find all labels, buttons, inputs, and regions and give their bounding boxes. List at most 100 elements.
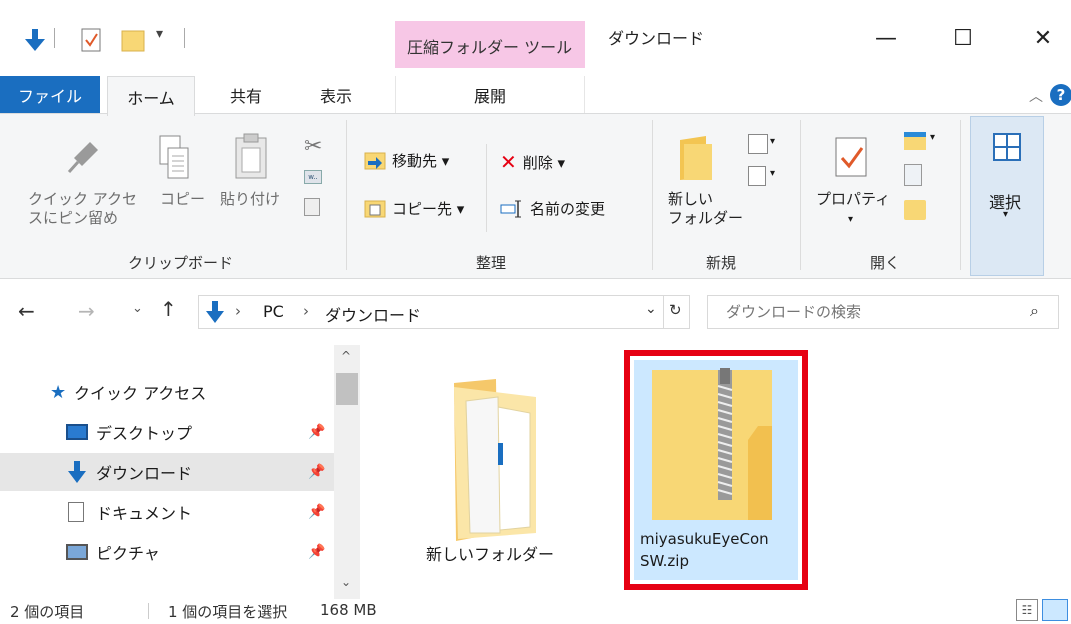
address-bar[interactable]: › PC › ダウンロード ⌄ ↻ — [198, 295, 690, 329]
rename-label: 名前の変更 — [530, 200, 606, 218]
copy-path-icon[interactable]: w.. — [304, 170, 322, 184]
download-arrow-icon[interactable] — [22, 27, 48, 53]
status-bar: 2 個の項目 1 個の項目を選択 168 MB ☷ — [0, 599, 1071, 624]
paste-button[interactable]: 貼り付け — [220, 190, 280, 209]
move-to-label: 移動先 ▾ — [392, 152, 450, 170]
tab-home[interactable]: ホーム — [107, 76, 195, 116]
select-grid-icon — [993, 133, 1021, 161]
zip-folder-icon — [652, 368, 772, 520]
details-view-icon[interactable]: ☷ — [1016, 599, 1038, 621]
pin-quick-access-button[interactable]: クイック アクセ スにピン留め — [28, 190, 137, 228]
status-divider — [148, 603, 149, 619]
delete-icon: ✕ — [500, 150, 517, 174]
easy-access-icon[interactable] — [748, 166, 766, 186]
refresh-icon[interactable]: ↻ — [669, 301, 682, 319]
nav-item-downloads[interactable]: ダウンロード 📌 — [0, 453, 334, 491]
forward-arrow-icon[interactable]: → — [78, 299, 95, 323]
tab-expand[interactable]: 展開 — [395, 76, 585, 114]
copy-to-button[interactable]: コピー先 ▾ — [364, 198, 464, 219]
new-item-icon[interactable] — [748, 134, 768, 154]
context-tab-label: 圧縮フォルダー ツール — [407, 38, 573, 57]
document-icon — [68, 502, 84, 522]
nav-label-downloads: ダウンロード — [96, 464, 193, 483]
help-icon[interactable]: ? — [1050, 84, 1071, 106]
group-label-new: 新規 — [706, 254, 737, 272]
open-dropdown-icon[interactable]: ▾ — [930, 132, 935, 143]
window-title: ダウンロード — [608, 29, 705, 48]
copy-button[interactable]: コピー — [160, 190, 205, 209]
properties-button[interactable]: プロパティ — [816, 190, 890, 209]
organize-divider — [486, 144, 487, 232]
star-icon: ★ — [50, 381, 67, 403]
pin-label-2: スにピン留め — [28, 209, 119, 227]
up-arrow-icon[interactable]: ↑ — [160, 297, 177, 321]
delete-button[interactable]: ✕ 削除 ▾ — [500, 150, 565, 174]
collapse-ribbon-icon[interactable]: ︿ — [1029, 86, 1043, 106]
pin-label-1: クイック アクセ — [28, 190, 138, 208]
tab-view[interactable]: 表示 — [320, 76, 352, 114]
new-folder-button[interactable]: 新しい フォルダー — [668, 190, 743, 228]
move-to-button[interactable]: 移動先 ▾ — [364, 150, 449, 171]
properties-check-icon[interactable] — [80, 27, 104, 53]
search-icon[interactable]: ⌕ — [1030, 301, 1039, 321]
scroll-thumb[interactable] — [336, 373, 358, 405]
ribbon-separator-3 — [800, 120, 801, 270]
maximize-icon: ☐ — [953, 25, 973, 51]
file-name-new-folder: 新しいフォルダー — [425, 545, 554, 564]
qa-separator — [54, 28, 55, 48]
qa-customize-icon[interactable]: ▾ — [156, 26, 163, 42]
search-box[interactable]: ⌕ — [707, 295, 1059, 329]
maximize-button[interactable]: ☐ — [940, 18, 986, 58]
back-arrow-icon[interactable]: ← — [18, 299, 35, 323]
pin-icon-documents: 📌 — [308, 504, 326, 520]
open-icon[interactable] — [904, 132, 926, 150]
nav-item-pictures[interactable]: ピクチャ 📌 — [0, 533, 334, 571]
minimize-icon: — — [875, 25, 897, 51]
group-label-open: 開く — [870, 254, 901, 272]
paste-icon — [235, 133, 267, 179]
select-dropdown-icon: ▾ — [1003, 209, 1009, 220]
nav-item-desktop[interactable]: デスクトップ 📌 — [0, 413, 334, 451]
ribbon-separator-4 — [960, 120, 961, 270]
nav-item-quick-access[interactable]: ★ クイック アクセス — [0, 373, 334, 411]
group-label-organize: 整理 — [476, 254, 507, 272]
breadcrumb-pc[interactable]: PC — [263, 302, 284, 321]
file-item-zip[interactable]: miyasukuEyeCon SW.zip — [634, 360, 798, 580]
nav-scrollbar[interactable]: ^ ⌄ — [334, 345, 360, 599]
rename-button[interactable]: 名前の変更 — [500, 198, 605, 219]
new-folder-qa-icon[interactable] — [120, 27, 146, 53]
properties-dropdown-icon[interactable]: ▾ — [848, 214, 853, 225]
scroll-up-icon[interactable]: ^ — [341, 349, 351, 363]
address-dropdown-icon[interactable]: ⌄ — [645, 301, 657, 317]
pin-icon — [67, 142, 98, 174]
breadcrumb-separator-icon: › — [235, 302, 241, 320]
properties-icon — [835, 137, 867, 177]
download-icon — [68, 461, 86, 483]
qa-separator-2 — [184, 28, 185, 48]
close-button[interactable]: ✕ — [1020, 18, 1066, 58]
history-icon[interactable] — [904, 200, 926, 220]
large-icons-view-icon[interactable] — [1042, 599, 1068, 621]
address-divider — [663, 295, 664, 329]
nav-item-documents[interactable]: ドキュメント 📌 — [0, 493, 334, 531]
tab-file[interactable]: ファイル — [0, 76, 100, 114]
select-button[interactable]: 選択 ▾ — [970, 116, 1044, 276]
copy-to-icon — [364, 200, 386, 217]
new-folder-icon — [680, 136, 712, 180]
edit-icon[interactable] — [904, 164, 922, 186]
cut-icon[interactable]: ✂ — [304, 134, 322, 159]
new-item-dropdown-icon[interactable]: ▾ — [770, 136, 775, 147]
status-item-count: 2 個の項目 — [10, 603, 85, 621]
minimize-button[interactable]: — — [863, 18, 909, 58]
search-input[interactable] — [726, 303, 1016, 321]
pin-icon-desktop: 📌 — [308, 424, 326, 440]
scroll-down-icon[interactable]: ⌄ — [341, 575, 351, 589]
easy-access-dropdown-icon[interactable]: ▾ — [770, 168, 775, 179]
breadcrumb-downloads[interactable]: ダウンロード — [325, 302, 421, 326]
move-to-icon — [364, 152, 386, 169]
paste-shortcut-icon[interactable] — [304, 198, 320, 216]
recent-locations-icon[interactable]: ⌄ — [132, 301, 143, 316]
tab-share[interactable]: 共有 — [230, 76, 262, 114]
file-item-new-folder[interactable]: 新しいフォルダー — [400, 365, 580, 565]
nav-label-desktop: デスクトップ — [96, 424, 193, 443]
